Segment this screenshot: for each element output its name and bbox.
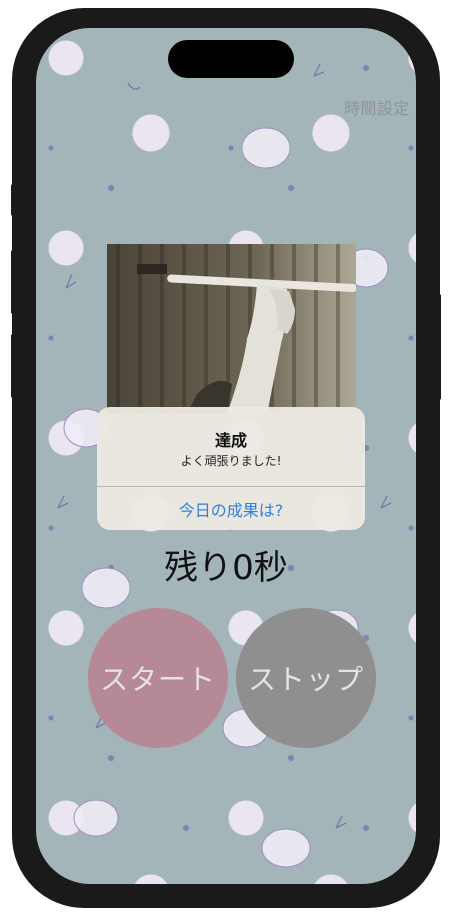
start-button[interactable]: スタート xyxy=(88,608,228,748)
remaining-time-label: 残り0秒 xyxy=(164,548,288,588)
volume-down-button xyxy=(11,334,16,398)
stop-button[interactable]: ストップ xyxy=(236,608,376,748)
achievement-alert: 達成 よく頑張りました! 今日の成果は? xyxy=(97,407,365,530)
dynamic-island xyxy=(168,40,294,78)
todays-results-button[interactable]: 今日の成果は? xyxy=(97,487,365,530)
alert-title: 達成 xyxy=(214,431,247,450)
alert-message: よく頑張りました! xyxy=(180,454,282,468)
volume-up-button xyxy=(11,250,16,314)
mute-switch xyxy=(11,184,16,216)
achievement-photo xyxy=(107,244,356,414)
time-setting-button[interactable]: 時間設定 xyxy=(344,95,410,119)
power-button xyxy=(436,294,441,400)
